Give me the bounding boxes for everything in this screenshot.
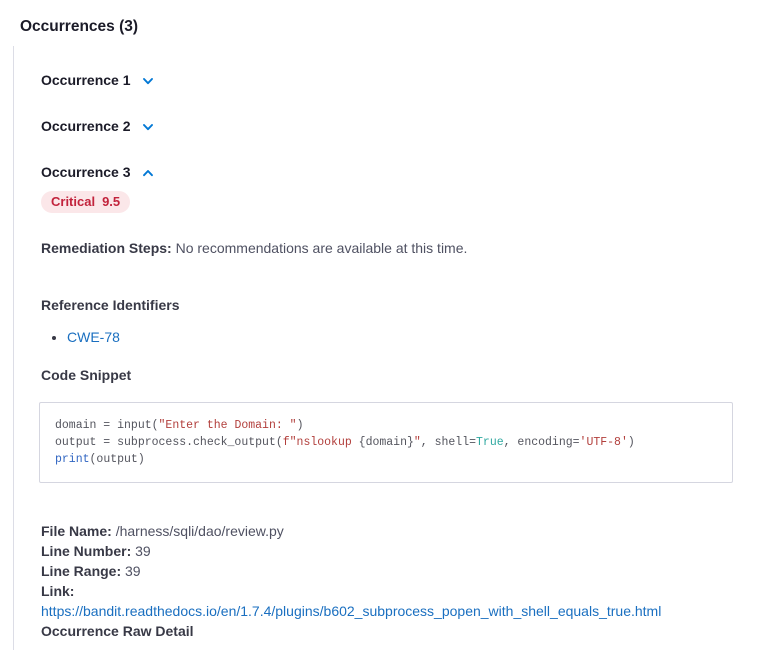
occurrence-2-toggle[interactable]: Occurrence 2 — [41, 118, 155, 134]
severity-badge: Critical 9.5 — [41, 191, 130, 213]
severity-label: Critical — [51, 194, 95, 209]
remediation-text: No recommendations are available at this… — [176, 240, 468, 256]
occurrences-panel: Occurrence 1 Occurrence 2 Occurrence 3 C… — [13, 46, 771, 650]
link-label: Link: — [41, 581, 753, 601]
file-info: File Name: /harness/sqli/dao/review.py L… — [41, 521, 753, 641]
remediation-steps: Remediation Steps: No recommendations ar… — [41, 239, 753, 257]
occurrence-3-label: Occurrence 3 — [41, 164, 131, 180]
chevron-down-icon — [141, 74, 155, 88]
line-range-row: Line Range: 39 — [41, 561, 753, 581]
reference-identifiers-heading: Reference Identifiers — [41, 297, 753, 313]
line-number-value: 39 — [135, 543, 151, 559]
file-name-value: /harness/sqli/dao/review.py — [116, 523, 284, 539]
line-range-value: 39 — [125, 563, 141, 579]
link-row: https://bandit.readthedocs.io/en/1.7.4/p… — [41, 601, 753, 621]
occurrence-3-toggle[interactable]: Occurrence 3 — [41, 164, 155, 180]
raw-detail-heading: Occurrence Raw Detail — [41, 621, 753, 641]
cwe-link[interactable]: CWE-78 — [67, 329, 120, 345]
code-snippet-heading: Code Snippet — [41, 367, 753, 383]
code-line: domain = input("Enter the Domain: ") — [55, 417, 717, 434]
remediation-label: Remediation Steps: — [41, 240, 172, 256]
occurrence-1-toggle[interactable]: Occurrence 1 — [41, 72, 155, 88]
list-item: CWE-78 — [67, 329, 753, 345]
line-number-label: Line Number: — [41, 543, 131, 559]
occurrence-2-label: Occurrence 2 — [41, 118, 131, 134]
severity-score: 9.5 — [102, 194, 120, 209]
bandit-doc-link[interactable]: https://bandit.readthedocs.io/en/1.7.4/p… — [41, 603, 661, 619]
line-range-label: Line Range: — [41, 563, 121, 579]
file-name-row: File Name: /harness/sqli/dao/review.py — [41, 521, 753, 541]
occurrence-1-label: Occurrence 1 — [41, 72, 131, 88]
chevron-up-icon — [141, 166, 155, 180]
code-line: output = subprocess.check_output(f"nsloo… — [55, 434, 717, 451]
page-title: Occurrences (3) — [20, 18, 771, 36]
occurrence-3-detail: Critical 9.5 Remediation Steps: No recom… — [41, 191, 753, 650]
code-snippet-block: domain = input("Enter the Domain: ")outp… — [39, 402, 733, 483]
reference-identifiers-list: CWE-78 — [41, 329, 753, 345]
code-line: print(output) — [55, 451, 717, 468]
line-number-row: Line Number: 39 — [41, 541, 753, 561]
file-name-label: File Name: — [41, 523, 112, 539]
chevron-down-icon — [141, 120, 155, 134]
